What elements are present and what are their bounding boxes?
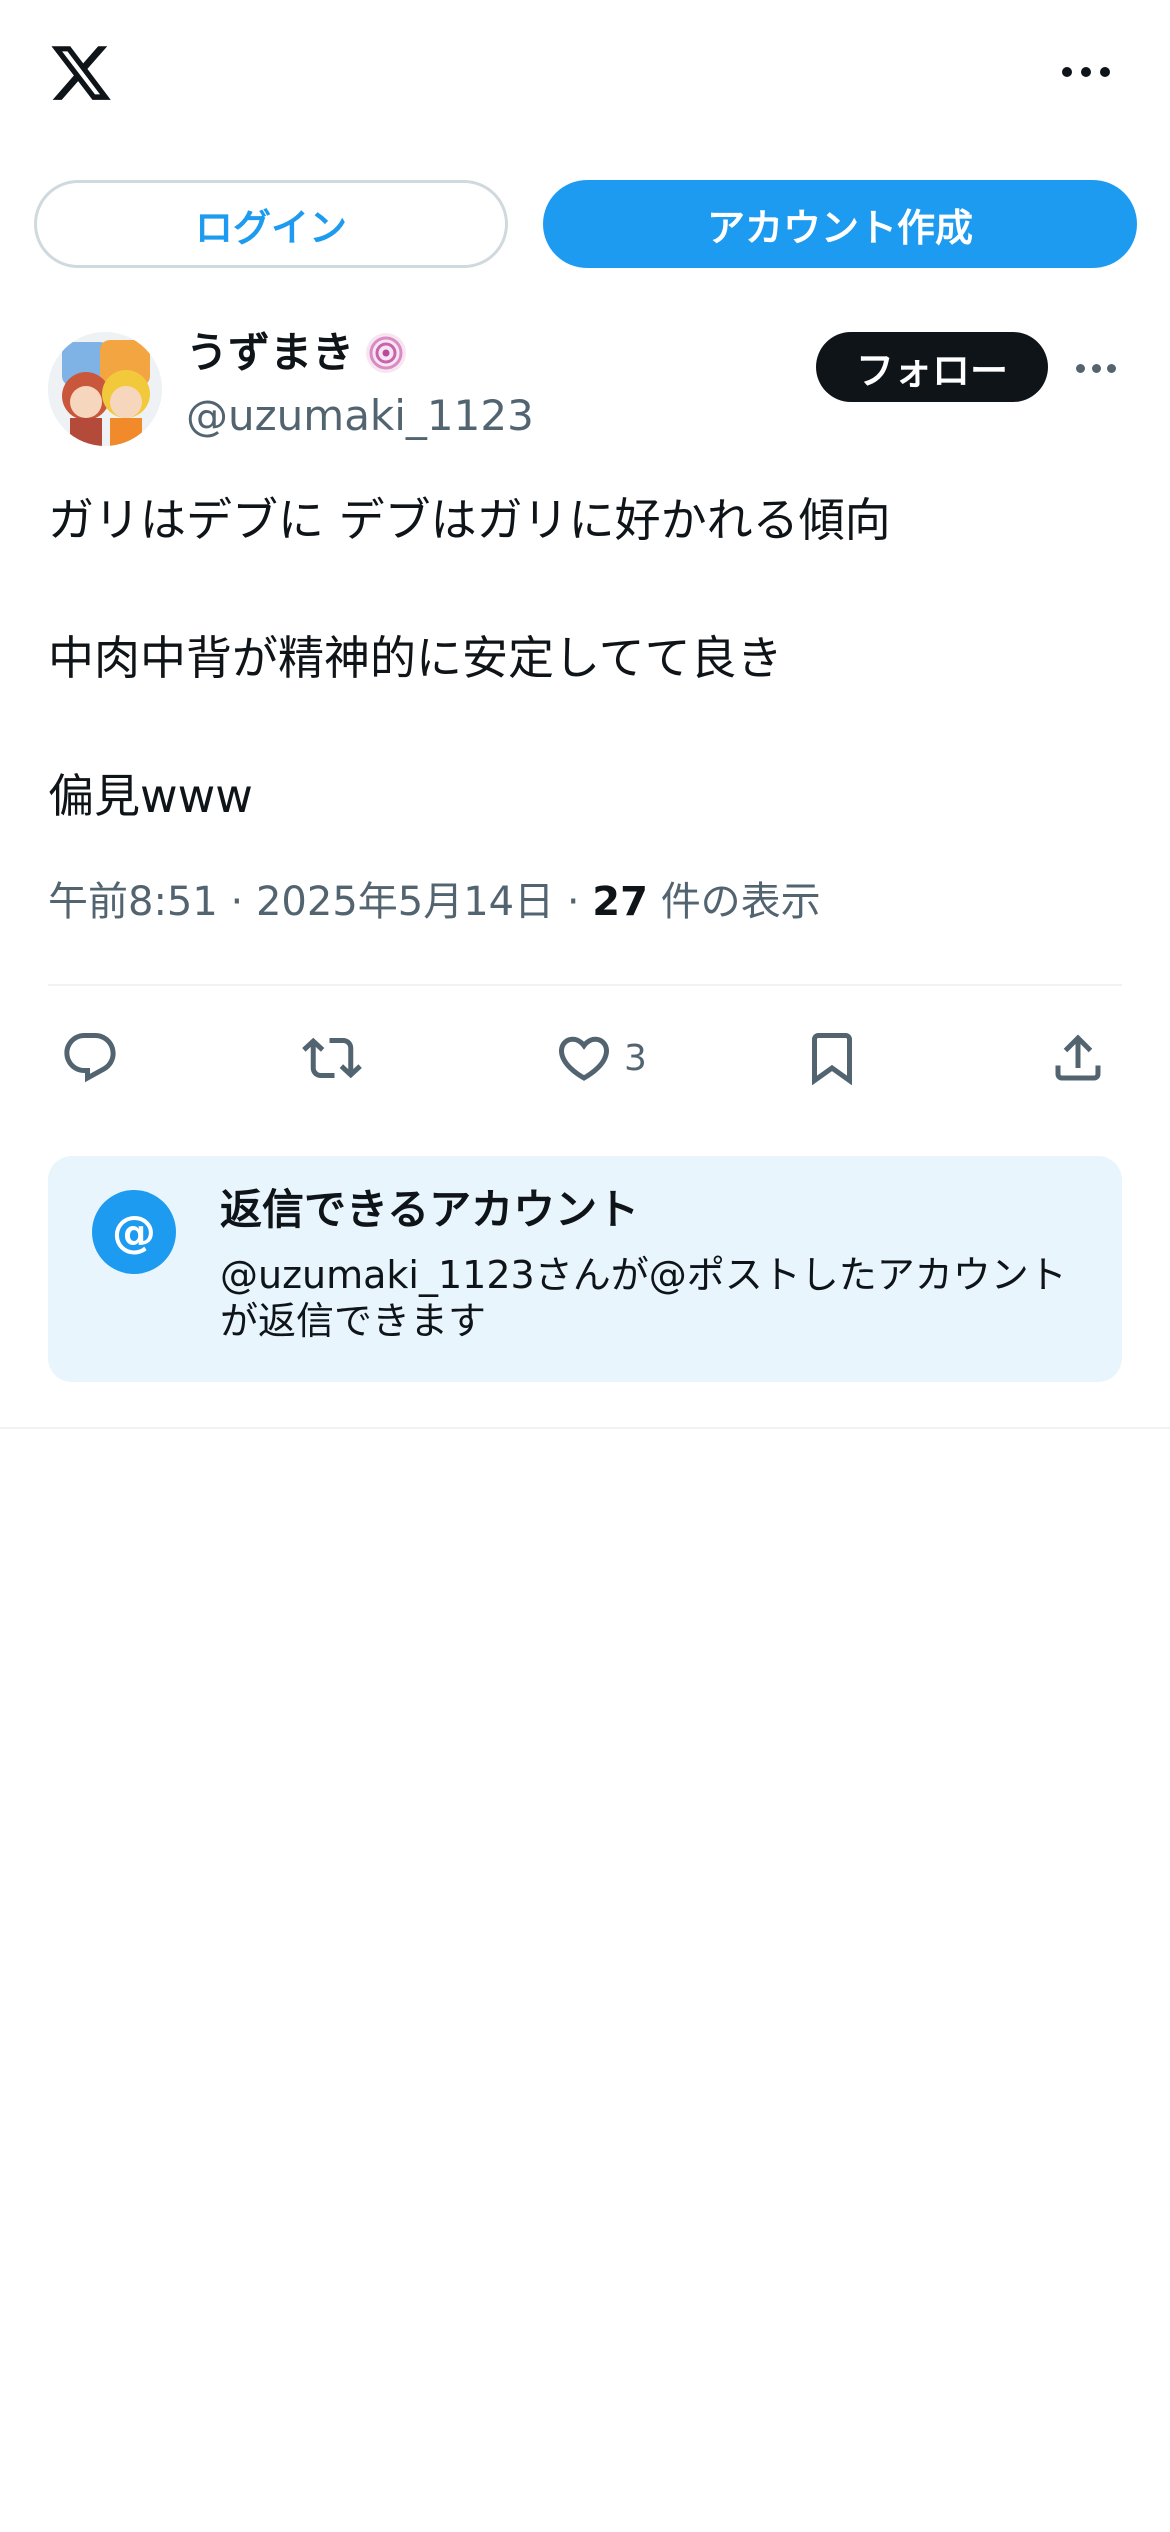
bookmark-icon bbox=[812, 1033, 852, 1086]
share-icon bbox=[1055, 1034, 1101, 1081]
author-name-text: うずまき bbox=[186, 328, 355, 377]
author-display-name[interactable]: うずまき bbox=[186, 325, 408, 381]
avatar[interactable] bbox=[48, 332, 162, 446]
share-button[interactable] bbox=[1048, 1018, 1108, 1098]
reply-restriction-title: 返信できるアカウント bbox=[220, 1185, 640, 1234]
heart-icon bbox=[558, 1036, 610, 1081]
reply-restriction-description: @uzumaki_1123さんが@ポストしたアカウントが返信できます bbox=[220, 1253, 1067, 1343]
repost-button[interactable] bbox=[302, 1018, 362, 1098]
meta-separator: · bbox=[566, 879, 580, 925]
create-account-button[interactable]: アカウント作成 bbox=[543, 180, 1137, 268]
post-text-line: 偏見www bbox=[48, 769, 253, 823]
post-text-line: ガリはデブに デブはガリに好かれる傾向 bbox=[48, 493, 891, 547]
meta-separator: · bbox=[230, 879, 244, 925]
post-time[interactable]: 午前8:51 bbox=[48, 879, 218, 925]
at-icon: @ bbox=[92, 1190, 176, 1274]
post-more-icon[interactable] bbox=[1076, 362, 1116, 374]
post-meta: 午前8:51 · 2025年5月14日 · 27 件の表示 bbox=[48, 874, 821, 930]
spiral-emoji-icon bbox=[366, 333, 407, 373]
repost-icon bbox=[302, 1037, 362, 1079]
login-button[interactable]: ログイン bbox=[34, 180, 508, 268]
like-count: 3 bbox=[624, 1037, 647, 1079]
post-date[interactable]: 2025年5月14日 bbox=[256, 879, 554, 925]
post-text-line: 中肉中背が精神的に安定してて良き bbox=[48, 631, 783, 685]
divider bbox=[48, 984, 1122, 986]
reply-icon bbox=[64, 1033, 116, 1083]
views-count: 27 bbox=[592, 879, 648, 925]
reply-button[interactable] bbox=[60, 1018, 120, 1098]
x-logo-icon[interactable] bbox=[46, 40, 116, 106]
like-button[interactable]: 3 bbox=[554, 1018, 647, 1098]
more-options-icon[interactable] bbox=[1062, 62, 1110, 82]
author-handle[interactable]: @uzumaki_1123 bbox=[186, 388, 534, 444]
bookmark-button[interactable] bbox=[802, 1018, 862, 1098]
views-label: 件の表示 bbox=[660, 879, 821, 925]
follow-button[interactable]: フォロー bbox=[816, 332, 1048, 402]
divider bbox=[0, 1427, 1170, 1429]
